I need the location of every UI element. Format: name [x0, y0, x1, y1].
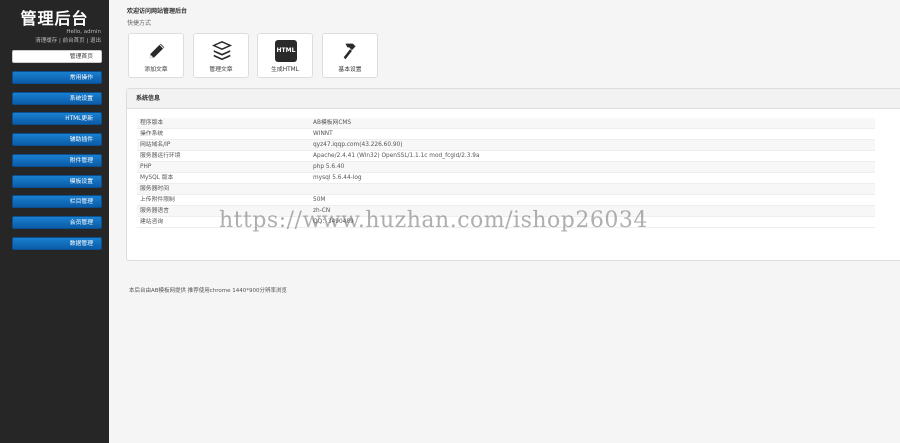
sidebar-item-common[interactable]: 常用操作	[12, 71, 102, 84]
info-value: WINNT	[313, 131, 333, 137]
sidebar-item-data[interactable]: 数据管理	[12, 237, 102, 250]
info-key: MySQL 版本	[140, 175, 174, 181]
manage-articles-label: 管理文章	[209, 67, 233, 73]
table-row: 操作系统 WINNT	[137, 129, 875, 140]
info-key: 服务器时间	[140, 186, 169, 192]
frontend-home-link[interactable]: 前台首页	[63, 38, 85, 44]
sidebar-item-templates[interactable]: 模板设置	[12, 175, 102, 188]
info-key: 网站域名/IP	[140, 142, 171, 148]
sidebar-item-html-update[interactable]: HTML更新	[12, 112, 102, 125]
watermark: https://www.huzhan.com/ishop26034	[219, 208, 648, 233]
info-value: mysql 5.6.44-log	[313, 175, 362, 181]
table-row: 网站域名/IP qyz47.iqqp.com(43.226.60.90)	[137, 140, 875, 151]
sidebar: 管理后台 Hello, admin 清理缓存 | 前台首页 | 退出 管理首页 …	[0, 0, 109, 443]
hammer-icon	[343, 43, 356, 60]
footer-note: 本后台由AB模板网提供 推荐使用chrome 1440*900分辨率浏览	[129, 288, 288, 294]
clear-cache-link[interactable]: 清理缓存	[35, 38, 57, 44]
table-row: PHP php 5.6.40	[137, 162, 875, 173]
welcome-title: 欢迎访问网站管理后台	[127, 8, 188, 15]
info-key: 服务器运行环境	[140, 153, 181, 159]
sidebar-item-attachments[interactable]: 附件管理	[12, 154, 102, 167]
info-value: Apache/2.4.41 (Win32) OpenSSL/1.1.1c mod…	[313, 153, 480, 159]
sidebar-item-plugins[interactable]: 辅助插件	[12, 133, 102, 146]
table-row: 服务器运行环境 Apache/2.4.41 (Win32) OpenSSL/1.1…	[137, 151, 875, 162]
info-value: 50M	[313, 197, 326, 203]
info-value	[313, 184, 875, 194]
info-value: qyz47.iqqp.com(43.226.60.90)	[313, 142, 403, 148]
sidebar-item-columns[interactable]: 栏目管理	[12, 195, 102, 208]
info-key: 操作系统	[140, 131, 164, 137]
info-value: php 5.6.40	[313, 164, 345, 170]
generate-html-label: 生成HTML	[271, 67, 299, 73]
logout-link[interactable]: 退出	[90, 38, 101, 44]
system-info-title: 系统信息	[127, 89, 900, 109]
html-icon: HTML	[275, 40, 297, 62]
generate-html-button[interactable]: HTML 生成HTML	[257, 33, 313, 78]
system-info-panel: 系统信息 程序版本 AB模板网CMS 操作系统 WINNT 网站域名/IP qyz47…	[126, 88, 900, 261]
sidebar-item-system-settings[interactable]: 系统设置	[12, 92, 102, 105]
sidebar-item-dashboard[interactable]: 管理首页	[12, 50, 102, 63]
table-row: 上传附件限制 50M	[137, 195, 875, 206]
quick-actions-label: 快捷方式	[127, 20, 152, 27]
table-row: 服务器时间	[137, 184, 875, 195]
table-row: 程序版本 AB模板网CMS	[137, 118, 875, 129]
table-row: MySQL 版本 mysql 5.6.44-log	[137, 173, 875, 184]
info-key: 程序版本	[140, 120, 164, 126]
add-article-button[interactable]: 添加文章	[128, 33, 184, 78]
basic-settings-button[interactable]: 基本设置	[322, 33, 378, 78]
pencil-icon	[149, 43, 165, 59]
add-article-label: 添加文章	[144, 67, 168, 73]
info-key: PHP	[140, 164, 152, 170]
basic-settings-label: 基本设置	[338, 67, 362, 73]
manage-articles-button[interactable]: 管理文章	[193, 33, 249, 78]
stack-icon	[211, 41, 233, 61]
app-logo: 管理后台	[20, 9, 89, 28]
greeting: Hello, admin	[66, 29, 101, 35]
info-key: 上传附件限制	[140, 197, 175, 203]
sidebar-item-members[interactable]: 会员管理	[12, 216, 102, 229]
info-value: AB模板网CMS	[313, 120, 352, 126]
user-links: 清理缓存 | 前台首页 | 退出	[0, 36, 109, 44]
